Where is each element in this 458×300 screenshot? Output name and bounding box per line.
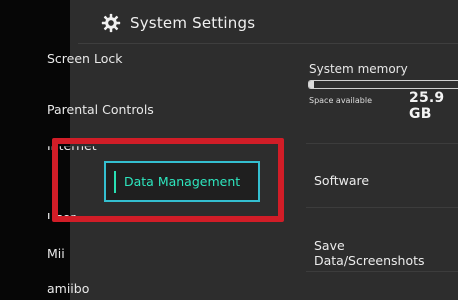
option-label: Save Data/Screenshots <box>314 238 425 268</box>
page-title: System Settings <box>130 14 256 32</box>
sidebar-item-label: Mii <box>47 246 65 261</box>
content-divider <box>306 143 458 144</box>
save-data-screenshots-option[interactable]: Save Data/Screenshots <box>314 238 458 268</box>
system-memory-label: System memory <box>309 62 408 76</box>
settings-header: System Settings <box>100 8 255 38</box>
highlight-annotation <box>52 138 284 222</box>
memory-usage-fill <box>309 81 314 88</box>
sidebar-item-label: Parental Controls <box>47 102 154 117</box>
space-available-label: Space available <box>309 96 373 105</box>
space-available-value: 25.9 GB <box>409 90 445 122</box>
gear-icon <box>100 12 122 34</box>
memory-usage-bar <box>308 80 458 89</box>
sidebar-item-amiibo[interactable]: amiibo <box>47 281 89 296</box>
content-divider <box>306 271 458 272</box>
software-option[interactable]: Software <box>314 173 369 188</box>
sidebar-item-screen-lock[interactable]: Screen Lock <box>47 51 122 66</box>
sidebar-item-parental-controls[interactable]: Parental Controls <box>47 102 154 117</box>
sidebar-item-label: Screen Lock <box>47 51 123 66</box>
data-management-content: System memory Space available 25.9 GB So… <box>296 44 458 300</box>
sidebar-item-label: amiibo <box>47 281 90 296</box>
option-label: Software <box>314 173 370 188</box>
sidebar-item-mii[interactable]: Mii <box>47 246 65 261</box>
content-divider <box>306 207 458 208</box>
